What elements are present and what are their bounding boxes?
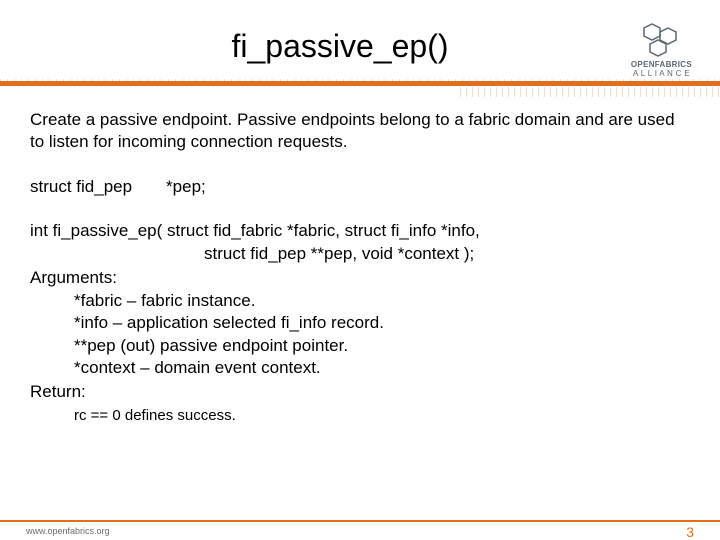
description: Create a passive endpoint. Passive endpo… xyxy=(30,109,690,154)
signature-line1: int fi_passive_ep( struct fid_fabric *fa… xyxy=(30,220,690,242)
argument-item: *context – domain event context. xyxy=(74,357,690,379)
page-number: 3 xyxy=(686,524,694,540)
logo: OPENFABRICS A L L I A N C E xyxy=(631,22,692,78)
content: Create a passive endpoint. Passive endpo… xyxy=(0,97,720,426)
logo-text: OPENFABRICS A L L I A N C E xyxy=(631,60,692,78)
footer: www.openfabrics.org 3 xyxy=(0,520,720,540)
argument-item: *info – application selected fi_info rec… xyxy=(74,312,690,334)
return-text: rc == 0 defines success. xyxy=(30,406,690,426)
logo-line2: A L L I A N C E xyxy=(633,69,690,78)
arguments-list: *fabric – fabric instance. *info – appli… xyxy=(30,290,690,380)
signature-line2: struct fid_pep **pep, void *context ); xyxy=(30,243,690,265)
openfabrics-logo-icon xyxy=(638,22,684,58)
divider xyxy=(0,79,720,97)
return-heading: Return: xyxy=(30,381,690,403)
logo-line1: OPENFABRICS xyxy=(631,60,692,69)
footer-url: www.openfabrics.org xyxy=(0,522,720,536)
page-title: fi_passive_ep() xyxy=(0,0,720,79)
arguments-heading: Arguments: xyxy=(30,267,690,289)
slide: OPENFABRICS A L L I A N C E fi_passive_e… xyxy=(0,0,720,540)
argument-item: *fabric – fabric instance. xyxy=(74,290,690,312)
argument-item: **pep (out) passive endpoint pointer. xyxy=(74,335,690,357)
declaration: struct fid_pep *pep; xyxy=(30,176,690,198)
